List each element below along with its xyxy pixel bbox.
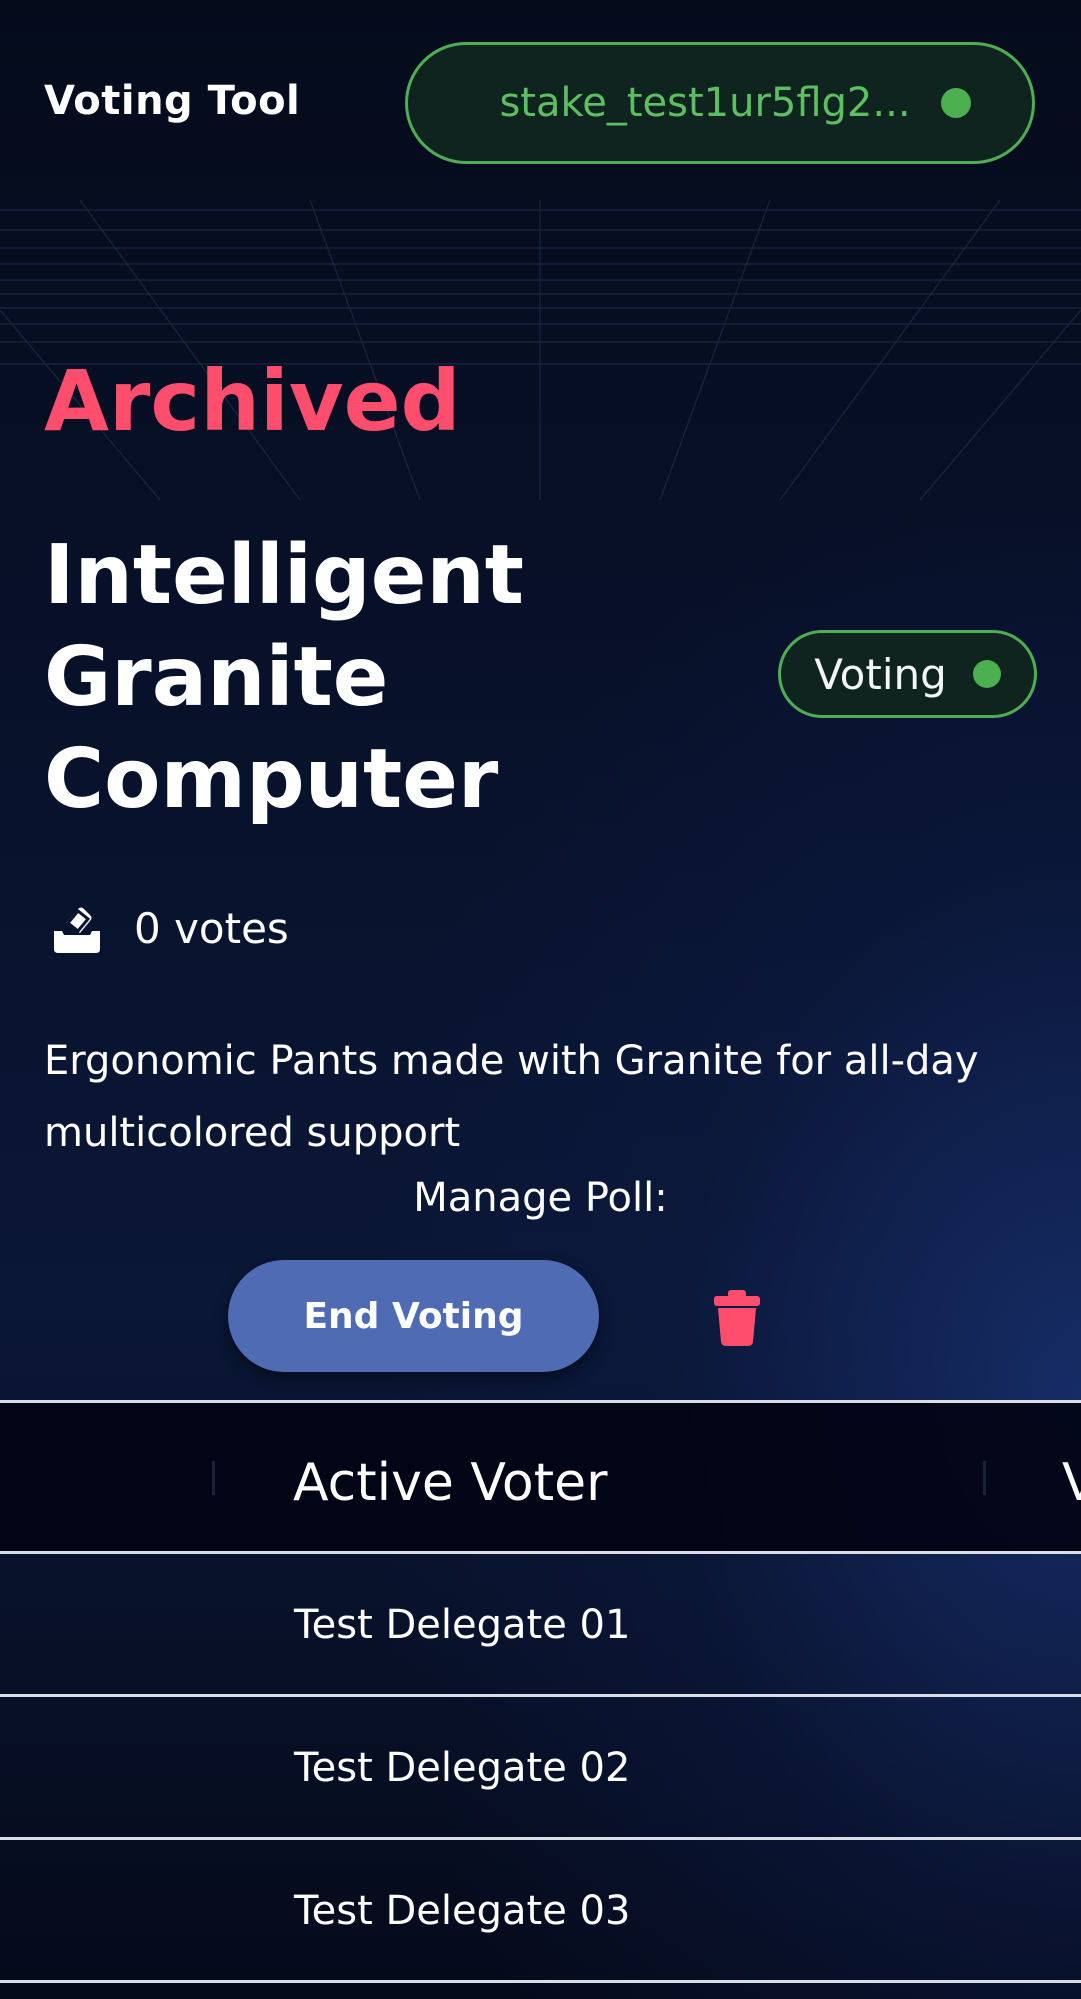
poll-title: Intelligent Granite Computer — [44, 528, 524, 827]
votes-text: 0 votes — [134, 903, 289, 953]
decorative-grid — [0, 200, 1081, 500]
manage-poll-label: Manage Poll: — [413, 1175, 668, 1221]
voters-table: Active Voter V Test Delegate 01 Test Del… — [0, 1400, 1081, 1983]
voter-name: Test Delegate 02 — [294, 1745, 631, 1791]
poll-state-label: Archived — [44, 352, 461, 450]
wallet-address: stake_test1ur5flg2... — [499, 80, 911, 126]
end-voting-button[interactable]: End Voting — [228, 1260, 599, 1372]
app-title: Voting Tool — [44, 78, 301, 124]
status-indicator-dot — [972, 660, 1001, 688]
column-header-second[interactable]: V — [1062, 1453, 1081, 1513]
voter-name: Test Delegate 03 — [294, 1888, 631, 1934]
wallet-button[interactable]: stake_test1ur5flg2... — [405, 42, 1035, 164]
column-separator — [212, 1461, 215, 1495]
poll-status-badge: Voting — [778, 630, 1037, 718]
trash-icon[interactable] — [710, 1290, 764, 1346]
table-row: Test Delegate 01 — [0, 1554, 1081, 1697]
status-badge-label: Voting — [814, 649, 947, 699]
column-separator — [983, 1461, 986, 1495]
poll-description: Ergonomic Pants made with Granite for al… — [44, 1038, 979, 1156]
voter-name: Test Delegate 01 — [294, 1602, 631, 1648]
vote-count: 0 votes — [50, 898, 289, 958]
table-row: Test Delegate 03 — [0, 1840, 1081, 1983]
wallet-connected-indicator — [940, 88, 971, 118]
ballot-icon — [54, 907, 100, 953]
table-row: Test Delegate 02 — [0, 1697, 1081, 1840]
column-header-active-voter[interactable]: Active Voter — [293, 1453, 608, 1513]
table-header: Active Voter V — [0, 1400, 1081, 1554]
